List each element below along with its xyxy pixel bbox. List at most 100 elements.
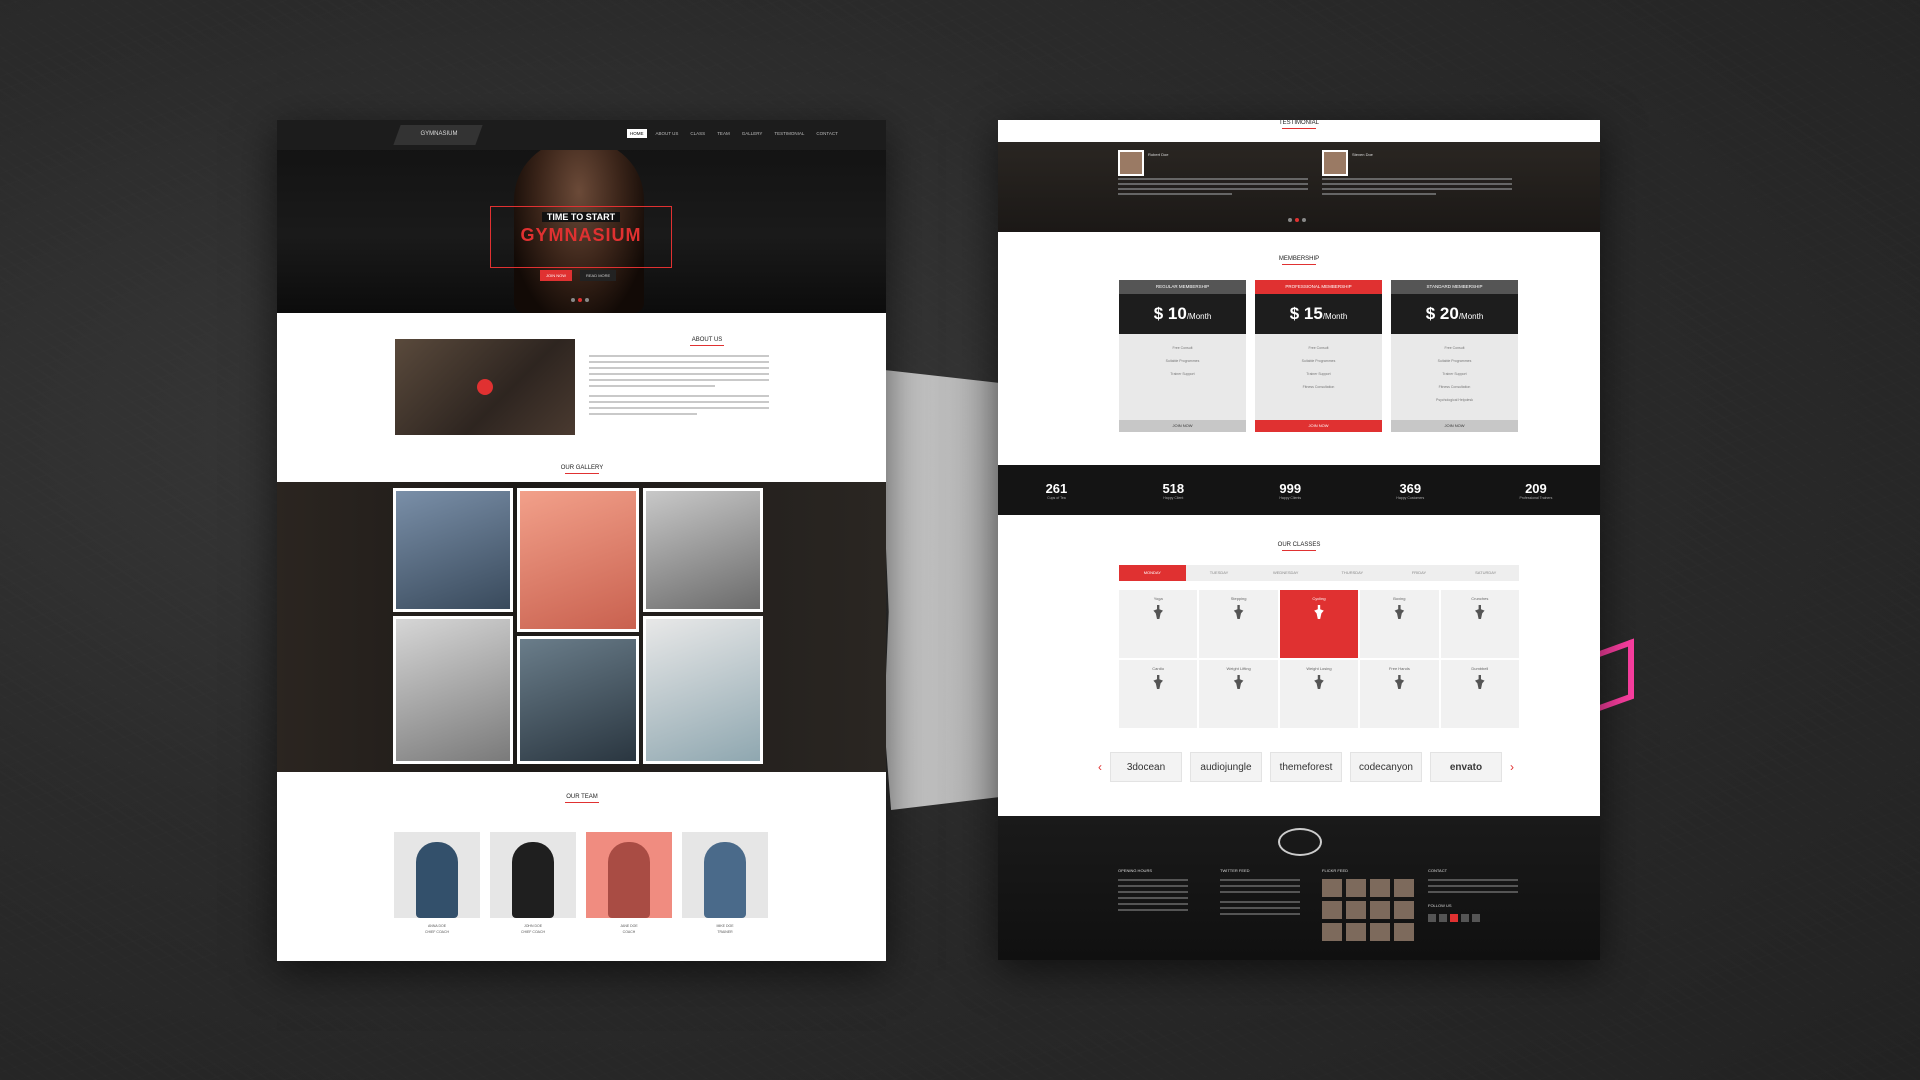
nav-item-about[interactable]: ABOUT US	[653, 129, 682, 138]
plan-name: PROFESSIONAL MEMBERSHIP	[1255, 280, 1382, 294]
stat-item: 261 Cups of Tea	[1045, 480, 1068, 500]
slider-dot[interactable]	[571, 298, 575, 302]
join-now-button[interactable]: JOIN NOW	[540, 270, 572, 281]
slider-dot[interactable]	[578, 298, 582, 302]
tab-tuesday[interactable]: TUESDAY	[1186, 565, 1253, 581]
class-cell[interactable]: Dumbbell	[1440, 660, 1519, 728]
plan-price: $ 20/Month	[1391, 294, 1518, 334]
footer-logo[interactable]	[1278, 828, 1322, 856]
footer-contact: CONTACT FOLLOW US	[1428, 868, 1518, 922]
tab-friday[interactable]: FRIDAY	[1386, 565, 1453, 581]
class-cell[interactable]: Weight Lifting	[1199, 660, 1278, 728]
twitter-icon[interactable]	[1439, 914, 1447, 922]
facebook-icon[interactable]	[1428, 914, 1436, 922]
google-plus-icon[interactable]	[1461, 914, 1469, 922]
join-now-button[interactable]: JOIN NOW	[1119, 420, 1246, 432]
site-logo[interactable]: GYMNASIUM	[393, 125, 483, 145]
about-title: ABOUT US	[647, 337, 767, 346]
fitness-icon	[1314, 605, 1324, 619]
about-video-thumbnail[interactable]	[395, 339, 575, 435]
team-member-role: CHIEF COACH	[520, 930, 546, 934]
gallery-image[interactable]	[393, 488, 513, 612]
class-cell[interactable]: Weight Losing	[1279, 660, 1359, 728]
hero-section: GYMNASIUM HOME ABOUT US CLASS TEAM GALLE…	[277, 120, 886, 313]
plan-price: $ 15/Month	[1255, 294, 1382, 334]
team-member-name: JOHN DOE	[523, 924, 543, 928]
nav-item-home[interactable]: HOME	[627, 129, 647, 138]
class-cell[interactable]: Crunches	[1440, 590, 1519, 658]
tab-saturday[interactable]: SATURDAY	[1452, 565, 1519, 581]
fitness-icon	[1394, 605, 1405, 619]
plan-name: STANDARD MEMBERSHIP	[1391, 280, 1518, 294]
tab-thursday[interactable]: THURSDAY	[1319, 565, 1386, 581]
client-logo[interactable]: audiojungle	[1190, 752, 1262, 782]
slider-dot[interactable]	[1295, 218, 1299, 222]
gallery-image[interactable]	[517, 488, 639, 632]
class-cell[interactable]: Stepping	[1199, 590, 1278, 658]
tab-wednesday[interactable]: WEDNESDAY	[1252, 565, 1319, 581]
nav-item-contact[interactable]: CONTACT	[813, 129, 840, 138]
read-more-button[interactable]: READ MORE	[580, 270, 617, 281]
team-member-role: TRAINER	[717, 930, 733, 934]
membership-title: MEMBERSHIP	[1239, 256, 1359, 265]
plan-card-regular: REGULAR MEMBERSHIP $ 10/Month Free Consu…	[1119, 280, 1246, 432]
class-cell[interactable]: Cycling	[1279, 590, 1359, 658]
fitness-icon	[1233, 605, 1244, 619]
youtube-icon[interactable]	[1450, 914, 1458, 922]
team-member-card[interactable]	[394, 832, 480, 918]
testimonial-text	[1322, 178, 1512, 198]
gallery-image[interactable]	[517, 636, 639, 764]
website-preview-right: TESTIMONIAL Robert Doe Steven Doe MEMBER…	[998, 120, 1600, 960]
class-cell[interactable]: Free Hands	[1360, 660, 1439, 728]
team-member-card[interactable]	[490, 832, 576, 918]
testimonial-section: Robert Doe Steven Doe	[998, 142, 1600, 232]
team-member-card[interactable]	[682, 832, 768, 918]
client-logo[interactable]: codecanyon	[1350, 752, 1422, 782]
client-logo[interactable]: envato	[1430, 752, 1502, 782]
chevron-left-icon[interactable]: ‹	[1098, 760, 1102, 774]
gallery-image[interactable]	[393, 616, 513, 764]
plan-features: Free Consult Suitable Programmes Trainer S…	[1165, 346, 1200, 376]
nav-item-class[interactable]: CLASS	[687, 129, 708, 138]
testimonial-name: Steven Doe	[1352, 152, 1373, 157]
class-cell[interactable]: Boxing	[1360, 590, 1439, 658]
nav-item-gallery[interactable]: GALLERY	[739, 129, 766, 138]
plan-features: Free Consult Suitable Programmes Trainer S…	[1301, 346, 1336, 389]
team-title: OUR TEAM	[522, 794, 642, 803]
client-logos: ‹ 3docean audiojungle themeforest codeca…	[1098, 752, 1514, 782]
footer-twitter: TWITTER FEED	[1220, 868, 1300, 919]
plan-card-professional: PROFESSIONAL MEMBERSHIP $ 15/Month Free …	[1255, 280, 1382, 432]
website-preview-left: GYMNASIUM HOME ABOUT US CLASS TEAM GALLE…	[277, 120, 886, 961]
team-member-name: MIKE DOE	[716, 924, 734, 928]
play-icon[interactable]	[477, 379, 493, 395]
gallery-image[interactable]	[643, 616, 763, 764]
team-member-name: JANE DOE	[620, 924, 638, 928]
join-now-button[interactable]: JOIN NOW	[1255, 420, 1382, 432]
testimonial-name: Robert Doe	[1148, 152, 1169, 157]
team-member-card[interactable]	[586, 832, 672, 918]
about-section: ABOUT US OUR GALLERY	[277, 313, 886, 483]
nav-item-testimonial[interactable]: TESTIMONIAL	[771, 129, 807, 138]
tab-monday[interactable]: MONDAY	[1119, 565, 1186, 581]
classes-title: OUR CLASSES	[1239, 542, 1359, 551]
nav-item-team[interactable]: TEAM	[714, 129, 733, 138]
gallery-image[interactable]	[643, 488, 763, 612]
stats-bar: 261 Cups of Tea 518 Happy Client 999 Happy …	[998, 465, 1600, 515]
hero-title: GYMNASIUM	[520, 225, 642, 245]
team-section: OUR TEAM ANNA DOE JOHN DOE JANE DOE MIKE…	[277, 772, 886, 961]
client-logo[interactable]: themeforest	[1270, 752, 1342, 782]
client-logo[interactable]: 3docean	[1110, 752, 1182, 782]
stat-item: 209 Professional Trainers	[1519, 480, 1553, 500]
stat-item: 999 Happy Clients	[1279, 480, 1302, 500]
class-cell[interactable]: Yoga	[1119, 590, 1198, 658]
slider-dot[interactable]	[585, 298, 589, 302]
slider-dot[interactable]	[1288, 218, 1292, 222]
slider-dot[interactable]	[1302, 218, 1306, 222]
chevron-right-icon[interactable]: ›	[1510, 760, 1514, 774]
fitness-icon	[1474, 675, 1485, 689]
class-cell[interactable]: Cardio	[1119, 660, 1198, 728]
join-now-button[interactable]: JOIN NOW	[1391, 420, 1518, 432]
footer-flickr: FLICKR FEED	[1322, 868, 1414, 941]
linkedin-icon[interactable]	[1472, 914, 1480, 922]
fitness-icon	[1394, 675, 1405, 689]
